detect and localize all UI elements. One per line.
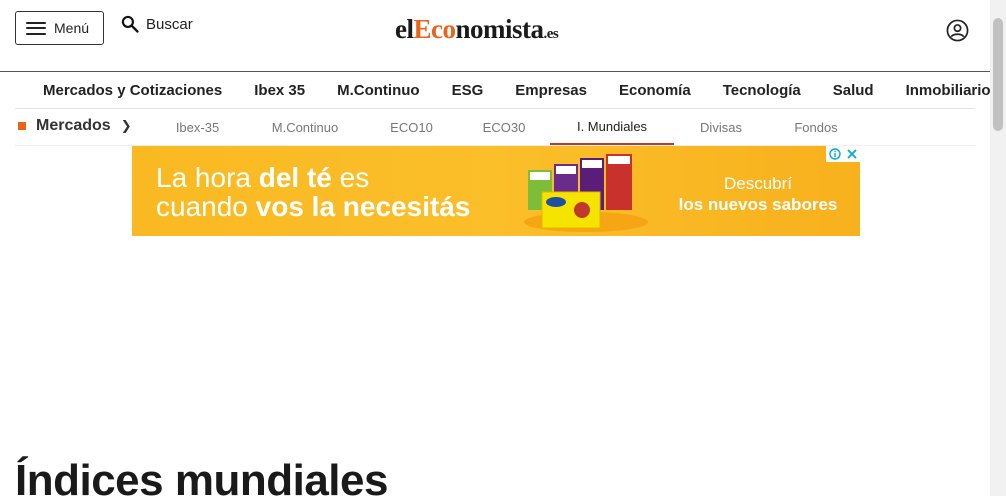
ad-headline: La hora del té es cuando vos la necesitá…	[156, 163, 470, 221]
nav-item-mcontinuo[interactable]: M.Continuo	[321, 82, 435, 99]
nav-item-tecnologia[interactable]: Tecnología	[707, 82, 817, 99]
tab-ibex35[interactable]: Ibex-35	[150, 109, 245, 145]
logo-part-eco: Eco	[413, 14, 457, 44]
ad-cta[interactable]: Descubrí los nuevos sabores	[672, 173, 844, 215]
nav-item-empresas[interactable]: Empresas	[499, 82, 603, 99]
ad-cta-line1: Descubrí	[723, 174, 793, 193]
nav-item-inmobiliario[interactable]: Inmobiliario	[890, 82, 1006, 99]
page-title: Índices mundiales	[15, 456, 388, 496]
section-label: Mercados	[36, 117, 111, 134]
nav-item-mercados-cotizaciones[interactable]: Mercados y Cotizaciones	[27, 82, 238, 99]
nav-item-salud[interactable]: Salud	[817, 82, 890, 99]
menu-label: Menú	[54, 20, 90, 36]
tab-eco30[interactable]: ECO30	[458, 109, 550, 145]
nav-item-economia[interactable]: Economía	[603, 82, 707, 99]
ad-line1-bold: del té	[258, 162, 332, 193]
tea-boxes-image	[524, 154, 648, 232]
section-marker	[18, 122, 26, 130]
tab-mcontinuo[interactable]: M.Continuo	[245, 109, 365, 145]
search-icon	[121, 15, 139, 33]
site-logo[interactable]: elEconomista.es	[395, 14, 559, 45]
nav-item-ibex35[interactable]: Ibex 35	[238, 82, 321, 99]
logo-part-nomista: nomista	[455, 14, 545, 44]
sub-tabs: Ibex-35 M.Continuo ECO10 ECO30 I. Mundia…	[150, 109, 864, 145]
ad-line1-regular: La hora	[156, 162, 259, 193]
user-account-icon[interactable]	[946, 19, 969, 42]
search-button[interactable]: Buscar	[120, 14, 193, 34]
main-nav: Mercados y Cotizaciones Ibex 35 M.Contin…	[27, 72, 1006, 109]
chevron-right-icon: ❯	[120, 118, 132, 133]
ad-line2-regular: cuando	[156, 191, 256, 222]
hamburger-icon	[26, 21, 46, 35]
ad-info-icon[interactable]	[826, 146, 843, 162]
ad-cta-line2: los nuevos sabores	[678, 195, 838, 214]
section-mercados-link[interactable]: Mercados ❯	[18, 117, 132, 135]
tab-indices-mundiales[interactable]: I. Mundiales	[550, 109, 674, 145]
scrollbar-thumb[interactable]	[993, 18, 1003, 131]
logo-tld: .es	[543, 26, 559, 42]
ad-close-icon[interactable]	[843, 146, 860, 162]
ad-banner[interactable]: La hora del té es cuando vos la necesitá…	[132, 146, 860, 236]
nav-item-esg[interactable]: ESG	[436, 82, 500, 99]
ad-line1-end: es	[331, 162, 370, 193]
tab-divisas[interactable]: Divisas	[674, 109, 768, 145]
tab-eco10[interactable]: ECO10	[365, 109, 458, 145]
tab-fondos[interactable]: Fondos	[768, 109, 864, 145]
ad-choices	[826, 146, 860, 162]
search-label: Buscar	[146, 15, 193, 33]
page-scrollbar[interactable]	[990, 0, 1006, 496]
menu-button[interactable]: Menú	[15, 11, 104, 45]
ad-line2-bold: vos la necesitás	[255, 191, 471, 222]
logo-part-el: el	[395, 14, 414, 44]
